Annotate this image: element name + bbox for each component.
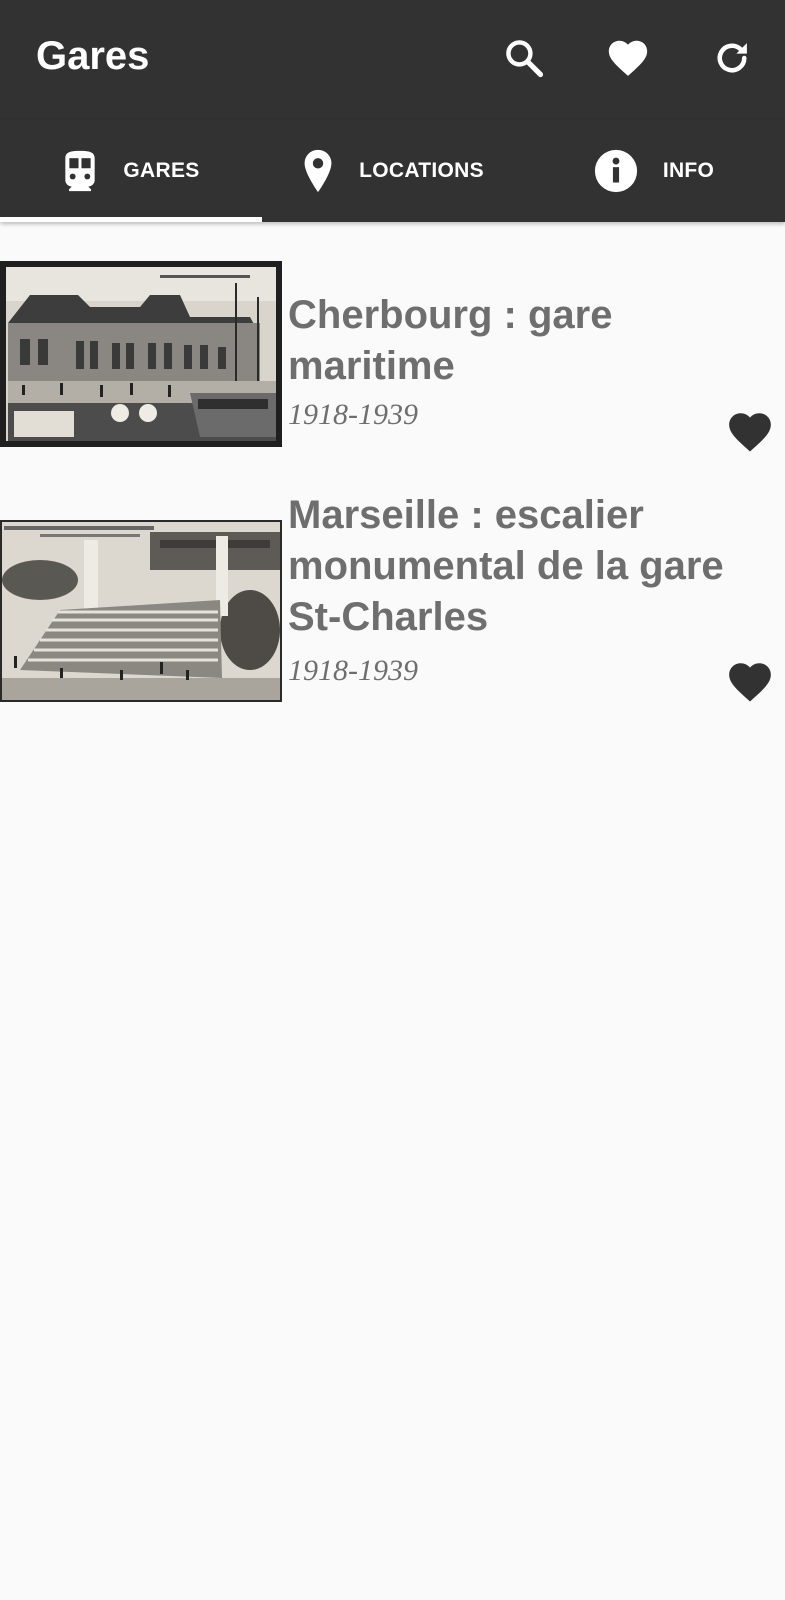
station-title: Cherbourg : gare maritime	[288, 293, 613, 388]
refresh-button[interactable]	[704, 30, 760, 86]
train-icon	[65, 150, 96, 192]
tab-info[interactable]: INFO	[523, 120, 784, 222]
list-item[interactable]: Marseille : escalier monumental de la ga…	[0, 472, 785, 712]
search-icon	[506, 40, 544, 78]
favorites-button[interactable]	[600, 30, 656, 86]
map-pin-icon	[304, 149, 332, 193]
app-title: Gares	[36, 34, 150, 78]
station-years: 1918-1939	[288, 398, 418, 431]
tab-gares[interactable]: GARES	[0, 120, 261, 222]
app-bar: Gares	[0, 0, 785, 120]
favorite-button[interactable]	[724, 656, 776, 708]
tab-locations[interactable]: LOCATIONS	[262, 120, 523, 222]
list-item[interactable]: Cherbourg : gare maritime 1918-1939	[0, 222, 785, 452]
tab-bar: GARES LOCATIONS INFO	[0, 120, 785, 222]
station-title: Marseille : escalier monumental de la ga…	[288, 493, 724, 639]
station-years: 1918-1939	[288, 654, 418, 687]
heart-icon	[608, 40, 648, 76]
tab-locations-label: LOCATIONS	[359, 159, 484, 182]
search-button[interactable]	[496, 30, 552, 86]
heart-icon	[729, 663, 771, 702]
tab-info-label: INFO	[662, 159, 715, 182]
info-icon	[594, 149, 637, 193]
tab-gares-label: GARES	[123, 159, 200, 182]
heart-icon	[729, 413, 771, 452]
refresh-icon	[717, 43, 747, 73]
favorite-button[interactable]	[724, 406, 776, 458]
station-thumbnail	[0, 520, 282, 702]
station-thumbnail	[0, 261, 282, 447]
